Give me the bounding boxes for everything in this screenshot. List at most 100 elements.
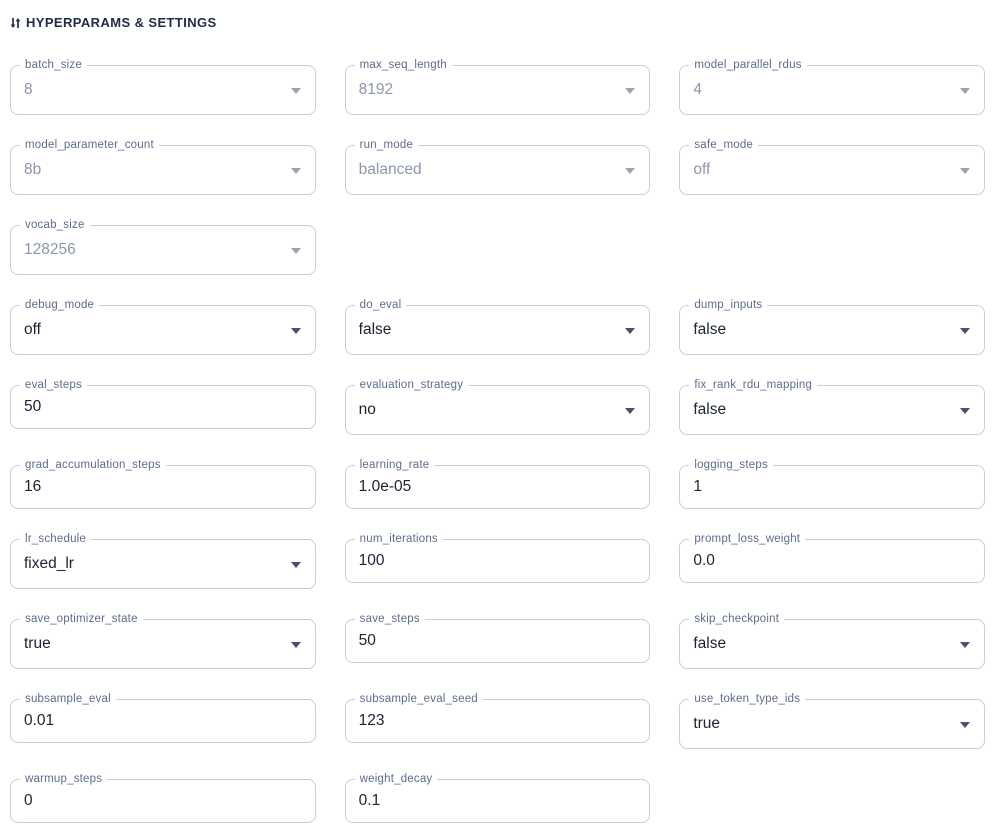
field-value: fixed_lr bbox=[24, 555, 74, 573]
field-label: batch_size bbox=[20, 57, 87, 73]
field-warmup_steps: warmup_steps bbox=[10, 779, 316, 823]
field-label: model_parameter_count bbox=[20, 137, 159, 153]
chevron-down-icon bbox=[960, 642, 970, 648]
field-lr_schedule: lr_schedule fixed_lr bbox=[10, 539, 316, 589]
chevron-down-icon bbox=[960, 722, 970, 728]
chevron-down-icon bbox=[625, 168, 635, 174]
field-value: false bbox=[359, 321, 392, 339]
chevron-down-icon bbox=[960, 88, 970, 94]
field-vocab_size: vocab_size 128256 bbox=[10, 225, 316, 275]
field-label: logging_steps bbox=[689, 457, 773, 473]
field-value: 128256 bbox=[24, 241, 76, 259]
field-label: save_steps bbox=[355, 611, 425, 627]
input-eval_steps[interactable] bbox=[24, 398, 302, 416]
field-label: run_mode bbox=[355, 137, 418, 153]
field-fix_rank_rdu_mapping: fix_rank_rdu_mapping false bbox=[679, 385, 985, 435]
chevron-down-icon bbox=[291, 642, 301, 648]
chevron-down-icon bbox=[291, 88, 301, 94]
field-value: balanced bbox=[359, 161, 422, 179]
field-weight_decay: weight_decay bbox=[345, 779, 651, 823]
field-label: learning_rate bbox=[355, 457, 435, 473]
chevron-down-icon bbox=[625, 328, 635, 334]
input-subsample_eval[interactable] bbox=[24, 712, 302, 730]
field-label: eval_steps bbox=[20, 377, 87, 393]
field-label: evaluation_strategy bbox=[355, 377, 469, 393]
field-label: weight_decay bbox=[355, 771, 438, 787]
field-use_token_type_ids: use_token_type_ids true bbox=[679, 699, 985, 749]
hyperparams-panel: HYPERPARAMS & SETTINGS batch_size 8 max_… bbox=[0, 0, 1000, 823]
chevron-down-icon bbox=[960, 328, 970, 334]
field-prompt_loss_weight: prompt_loss_weight bbox=[679, 539, 985, 583]
chevron-down-icon bbox=[960, 168, 970, 174]
field-value: true bbox=[24, 635, 51, 653]
field-label: prompt_loss_weight bbox=[689, 531, 805, 547]
section-title: HYPERPARAMS & SETTINGS bbox=[26, 14, 217, 32]
field-learning_rate: learning_rate bbox=[345, 465, 651, 509]
field-label: use_token_type_ids bbox=[689, 691, 805, 707]
field-label: model_parallel_rdus bbox=[689, 57, 806, 73]
chevron-down-icon bbox=[625, 408, 635, 414]
field-grad_accumulation_steps: grad_accumulation_steps bbox=[10, 465, 316, 509]
field-num_iterations: num_iterations bbox=[345, 539, 651, 583]
field-subsample_eval: subsample_eval bbox=[10, 699, 316, 743]
chevron-down-icon bbox=[291, 562, 301, 568]
field-label: warmup_steps bbox=[20, 771, 107, 787]
field-value: 4 bbox=[693, 81, 702, 99]
input-subsample_eval_seed[interactable] bbox=[359, 712, 637, 730]
field-dump_inputs: dump_inputs false bbox=[679, 305, 985, 355]
field-value: 8 bbox=[24, 81, 33, 99]
field-logging_steps: logging_steps bbox=[679, 465, 985, 509]
field-label: do_eval bbox=[355, 297, 407, 313]
chevron-down-icon bbox=[625, 88, 635, 94]
input-warmup_steps[interactable] bbox=[24, 792, 302, 810]
field-label: vocab_size bbox=[20, 217, 90, 233]
input-logging_steps[interactable] bbox=[693, 478, 971, 496]
field-value: off bbox=[24, 321, 41, 339]
field-value: no bbox=[359, 401, 376, 419]
field-value: false bbox=[693, 401, 726, 419]
field-value: false bbox=[693, 635, 726, 653]
input-save_steps[interactable] bbox=[359, 632, 637, 650]
field-value: 8b bbox=[24, 161, 41, 179]
field-do_eval: do_eval false bbox=[345, 305, 651, 355]
field-subsample_eval_seed: subsample_eval_seed bbox=[345, 699, 651, 743]
input-learning_rate[interactable] bbox=[359, 478, 637, 496]
field-value: off bbox=[693, 161, 710, 179]
field-label: num_iterations bbox=[355, 531, 443, 547]
field-value: 8192 bbox=[359, 81, 393, 99]
field-label: lr_schedule bbox=[20, 531, 91, 547]
field-label: skip_checkpoint bbox=[689, 611, 784, 627]
field-label: debug_mode bbox=[20, 297, 99, 313]
chevron-down-icon bbox=[960, 408, 970, 414]
field-batch_size: batch_size 8 bbox=[10, 65, 316, 115]
field-label: save_optimizer_state bbox=[20, 611, 143, 627]
field-label: fix_rank_rdu_mapping bbox=[689, 377, 817, 393]
field-label: dump_inputs bbox=[689, 297, 767, 313]
field-value: true bbox=[693, 715, 720, 733]
field-evaluation_strategy: evaluation_strategy no bbox=[345, 385, 651, 435]
input-grad_accumulation_steps[interactable] bbox=[24, 478, 302, 496]
input-num_iterations[interactable] bbox=[359, 552, 637, 570]
field-label: safe_mode bbox=[689, 137, 758, 153]
chevron-down-icon bbox=[291, 168, 301, 174]
input-weight_decay[interactable] bbox=[359, 792, 637, 810]
fields-grid: batch_size 8 max_seq_length 8192 model_p… bbox=[10, 65, 985, 823]
section-header: HYPERPARAMS & SETTINGS bbox=[10, 14, 985, 32]
field-label: grad_accumulation_steps bbox=[20, 457, 166, 473]
field-value: false bbox=[693, 321, 726, 339]
field-eval_steps: eval_steps bbox=[10, 385, 316, 429]
field-save_steps: save_steps bbox=[345, 619, 651, 663]
field-skip_checkpoint: skip_checkpoint false bbox=[679, 619, 985, 669]
field-run_mode: run_mode balanced bbox=[345, 145, 651, 195]
field-label: subsample_eval bbox=[20, 691, 116, 707]
input-prompt_loss_weight[interactable] bbox=[693, 552, 971, 570]
swap-vert-icon bbox=[10, 16, 21, 30]
chevron-down-icon bbox=[291, 248, 301, 254]
field-max_seq_length: max_seq_length 8192 bbox=[345, 65, 651, 115]
field-save_optimizer_state: save_optimizer_state true bbox=[10, 619, 316, 669]
field-model_parallel_rdus: model_parallel_rdus 4 bbox=[679, 65, 985, 115]
field-model_parameter_count: model_parameter_count 8b bbox=[10, 145, 316, 195]
field-label: subsample_eval_seed bbox=[355, 691, 483, 707]
field-label: max_seq_length bbox=[355, 57, 452, 73]
field-safe_mode: safe_mode off bbox=[679, 145, 985, 195]
